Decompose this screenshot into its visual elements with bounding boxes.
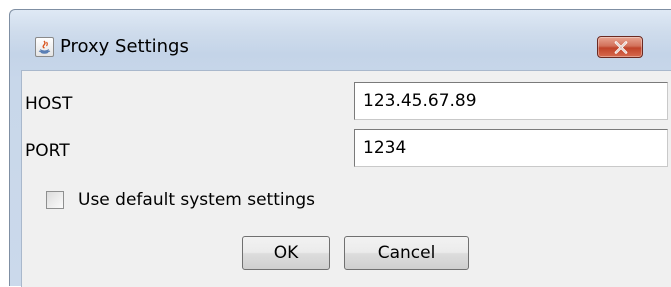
- proxy-settings-dialog: Proxy Settings HOST PORT Use default sys…: [9, 9, 671, 287]
- cancel-button[interactable]: Cancel: [344, 236, 469, 270]
- ok-button[interactable]: OK: [242, 236, 330, 270]
- close-icon: [614, 41, 628, 54]
- dialog-content: HOST PORT Use default system settings OK…: [21, 70, 671, 287]
- host-field[interactable]: [354, 82, 668, 120]
- close-button[interactable]: [597, 36, 643, 58]
- use-default-settings-label[interactable]: Use default system settings: [78, 189, 315, 211]
- port-field[interactable]: [354, 129, 668, 167]
- host-label: HOST: [25, 94, 73, 114]
- use-default-settings-checkbox[interactable]: [46, 191, 64, 209]
- title-bar[interactable]: Proxy Settings: [10, 10, 671, 78]
- window-title: Proxy Settings: [60, 36, 189, 57]
- java-cup-icon: [35, 37, 54, 57]
- port-label: PORT: [25, 141, 70, 161]
